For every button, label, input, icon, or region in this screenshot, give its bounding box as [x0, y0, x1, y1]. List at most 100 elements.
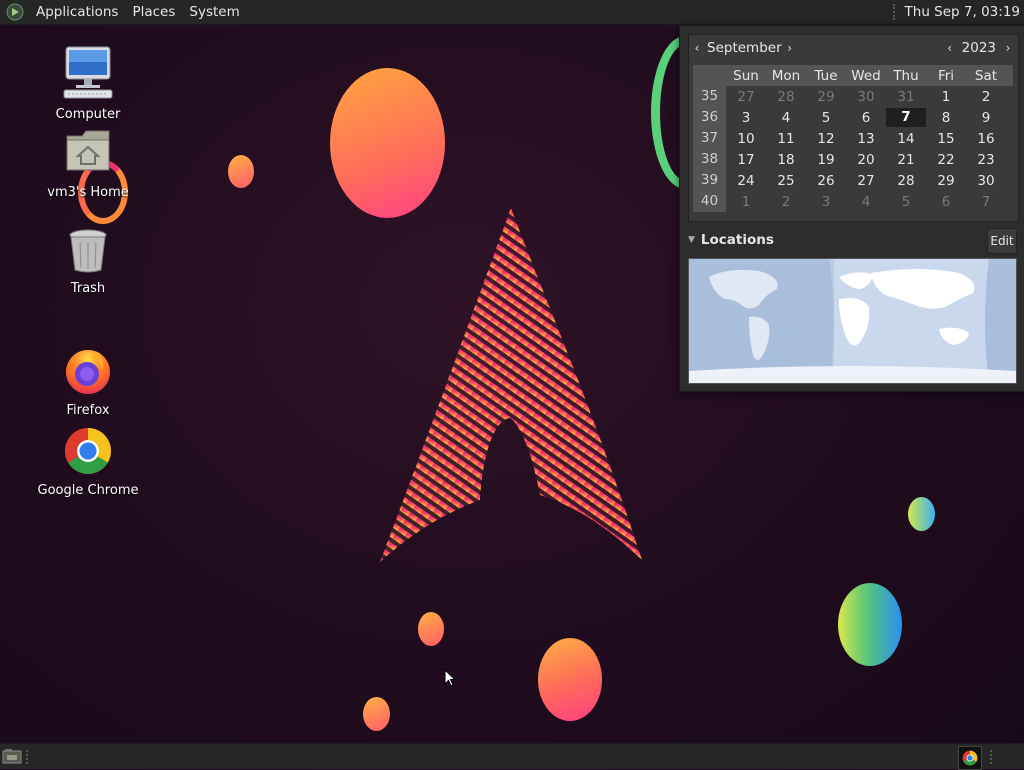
calendar-day[interactable]: 10: [726, 131, 766, 147]
calendar-week-row: 39 24 25 26 27 28 29 30: [693, 170, 1013, 191]
calendar-week-row: 36 3 4 5 6 7 8 9: [693, 107, 1013, 128]
calendar-day[interactable]: 17: [726, 152, 766, 168]
weekday-label: Sat: [974, 67, 998, 84]
calendar-day-other-month[interactable]: 28: [766, 89, 806, 105]
arch-menu-logo-icon[interactable]: [6, 3, 24, 21]
week-number: 40: [693, 191, 726, 212]
calendar-day[interactable]: 30: [966, 173, 1006, 189]
expander-arrow-icon[interactable]: ▼: [688, 235, 695, 245]
locations-section: ▼ Locations Edit: [688, 227, 1017, 254]
desktop-icon-label: Firefox: [66, 403, 110, 418]
week-number-corner: [693, 65, 726, 86]
next-month-icon[interactable]: ›: [784, 41, 796, 55]
calendar-day[interactable]: 11: [766, 131, 806, 147]
menu-system[interactable]: System: [183, 4, 247, 20]
edit-locations-button[interactable]: Edit: [987, 228, 1017, 254]
calendar-day[interactable]: 8: [926, 110, 966, 126]
calendar-day[interactable]: 18: [766, 152, 806, 168]
desktop-icon-home[interactable]: vm3's Home: [33, 126, 143, 200]
next-year-icon[interactable]: ›: [1002, 41, 1014, 55]
calendar-day-other-month[interactable]: 5: [886, 194, 926, 210]
calendar-day[interactable]: 26: [806, 173, 846, 189]
menu-applications[interactable]: Applications: [30, 4, 126, 20]
week-number: 38: [693, 149, 726, 170]
calendar-widget: ‹ September › ‹ 2023 › Sun Mon Tue Wed Thu Fr…: [688, 34, 1019, 222]
calendar-header: ‹ September › ‹ 2023 ›: [689, 35, 1018, 61]
panel-handle[interactable]: [990, 750, 996, 764]
calendar-day-other-month[interactable]: 29: [806, 89, 846, 105]
year-label: 2023: [961, 40, 996, 56]
menu-places[interactable]: Places: [126, 4, 183, 20]
calendar-day[interactable]: 5: [806, 110, 846, 126]
taskbar-chrome-button[interactable]: [958, 746, 982, 770]
desktop-icon-computer[interactable]: Computer: [33, 44, 143, 122]
week-number: 36: [693, 107, 726, 128]
computer-icon: [62, 44, 114, 104]
calendar-day[interactable]: 13: [846, 131, 886, 147]
calendar-day[interactable]: 14: [886, 131, 926, 147]
desktop-icon-firefox[interactable]: Firefox: [33, 346, 143, 418]
calendar-day-other-month[interactable]: 3: [806, 194, 846, 210]
week-number: 37: [693, 128, 726, 149]
clock[interactable]: Thu Sep 7, 03:19: [905, 4, 1024, 20]
calendar-day[interactable]: 12: [806, 131, 846, 147]
prev-year-icon[interactable]: ‹: [944, 41, 956, 55]
calendar-day[interactable]: 29: [926, 173, 966, 189]
calendar-day[interactable]: 19: [806, 152, 846, 168]
calendar-day[interactable]: 2: [966, 89, 1006, 105]
weekday-label: Thu: [893, 67, 919, 84]
calendar-day[interactable]: 28: [886, 173, 926, 189]
calendar-day[interactable]: 15: [926, 131, 966, 147]
prev-month-icon[interactable]: ‹: [691, 41, 703, 55]
desktop-icon-trash[interactable]: Trash: [33, 228, 143, 296]
calendar-day[interactable]: 9: [966, 110, 1006, 126]
panel-handle[interactable]: [892, 4, 899, 20]
clock-area: Thu Sep 7, 03:19: [892, 0, 1024, 24]
calendar-day[interactable]: 1: [926, 89, 966, 105]
desktop-icon-label: vm3's Home: [47, 185, 129, 200]
calendar-day-other-month[interactable]: 6: [926, 194, 966, 210]
calendar-day-other-month[interactable]: 27: [726, 89, 766, 105]
desktop-icon-chrome[interactable]: Google Chrome: [33, 426, 143, 498]
calendar-day[interactable]: 3: [726, 110, 766, 126]
weekday-label: Sun: [733, 67, 759, 84]
calendar-day-other-month[interactable]: 4: [846, 194, 886, 210]
calendar-day-other-month[interactable]: 1: [726, 194, 766, 210]
calendar-day-other-month[interactable]: 31: [886, 89, 926, 105]
weekday-header-row: Sun Mon Tue Wed Thu Fri Sat: [693, 65, 1013, 86]
calendar-week-row: 40 1 2 3 4 5 6 7: [693, 191, 1013, 212]
weekday-label: Mon: [771, 67, 801, 84]
bottom-panel: [0, 743, 1024, 770]
chrome-icon: [63, 426, 113, 480]
calendar-day-other-month[interactable]: 2: [766, 194, 806, 210]
weekday-label: Wed: [851, 67, 881, 84]
calendar-day[interactable]: 27: [846, 173, 886, 189]
month-label: September: [707, 40, 782, 56]
show-desktop-icon[interactable]: [2, 748, 22, 765]
panel-handle[interactable]: [26, 750, 32, 764]
calendar-day[interactable]: 25: [766, 173, 806, 189]
calendar-day[interactable]: 4: [766, 110, 806, 126]
calendar-popup: ‹ September › ‹ 2023 › Sun Mon Tue Wed Thu Fr…: [679, 25, 1024, 392]
weekday-label: Fri: [937, 67, 955, 84]
calendar-week-row: 38 17 18 19 20 21 22 23: [693, 149, 1013, 170]
calendar-day-other-month[interactable]: 30: [846, 89, 886, 105]
week-number: 39: [693, 170, 726, 191]
calendar-day[interactable]: 24: [726, 173, 766, 189]
trash-icon: [67, 228, 109, 278]
calendar-week-row: 37 10 11 12 13 14 15 16: [693, 128, 1013, 149]
calendar-day-other-month[interactable]: 7: [966, 194, 1006, 210]
calendar-day-selected[interactable]: 7: [886, 108, 926, 127]
calendar-day[interactable]: 22: [926, 152, 966, 168]
calendar-day[interactable]: 23: [966, 152, 1006, 168]
calendar-day[interactable]: 21: [886, 152, 926, 168]
week-number: 35: [693, 86, 726, 107]
mouse-cursor-icon: [444, 669, 457, 687]
calendar-week-row: 35 27 28 29 30 31 1 2: [693, 86, 1013, 107]
locations-label[interactable]: Locations: [701, 232, 774, 248]
calendar-day[interactable]: 16: [966, 131, 1006, 147]
calendar-day[interactable]: 20: [846, 152, 886, 168]
firefox-icon: [63, 346, 113, 400]
home-folder-icon: [64, 126, 112, 182]
calendar-day[interactable]: 6: [846, 110, 886, 126]
